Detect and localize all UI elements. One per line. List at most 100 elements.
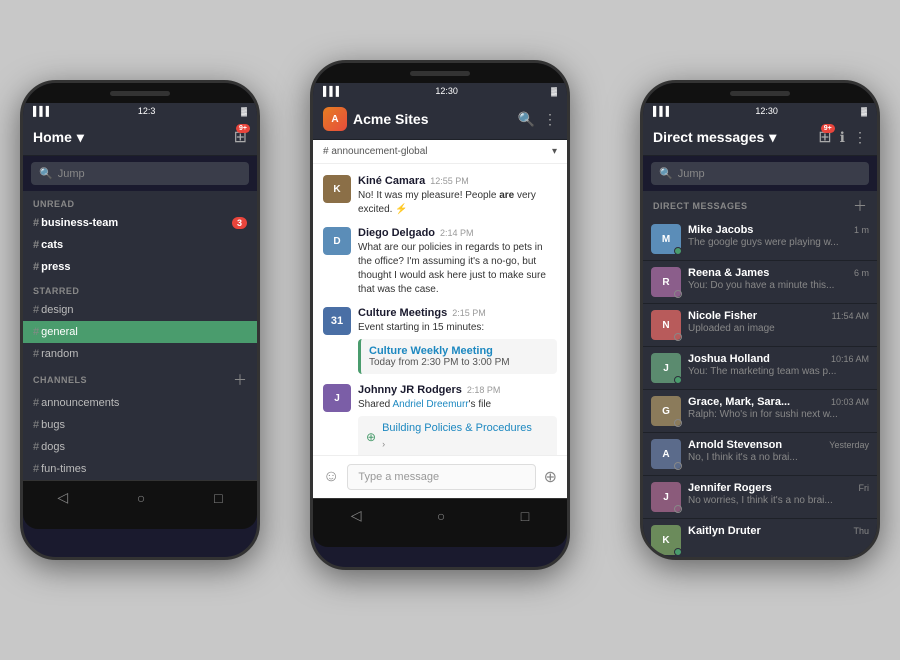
time-center: 12:30 [435, 86, 458, 96]
msg-content-diego: Diego Delgado 2:14 PM What are our polic… [358, 227, 557, 297]
dm-time-jennifer: Fri [859, 483, 870, 493]
file-name[interactable]: Building Policies & Procedures [382, 422, 532, 434]
add-icon-center[interactable]: ⊕ [544, 467, 557, 487]
phone-left: ▌▌▌ 12:3 ▓ Home ▾ ⊞ 9+ 🔍 Jump UNREAD #bu… [20, 80, 260, 560]
dm-preview-joshua: You: The marketing team was p... [688, 366, 869, 377]
dm-item-grace[interactable]: G Grace, Mark, Sara... 10:03 AM Ralph: W… [643, 390, 877, 433]
dm-name-mike: Mike Jacobs [688, 224, 753, 236]
recents-button-left[interactable]: □ [214, 490, 222, 506]
acme-title-group: A Acme Sites [323, 107, 428, 131]
dm-content-arnold: Arnold Stevenson Yesterday No, I think i… [688, 439, 869, 469]
dm-header-reena: Reena & James 6 m [688, 267, 869, 279]
add-channel-button[interactable]: ＋ [233, 370, 247, 390]
dm-section-header: DIRECT MESSAGES [653, 196, 748, 216]
dm-name-nicole: Nicole Fisher [688, 310, 757, 322]
compose-icon-wrapper-right[interactable]: ⊞ 9+ [818, 127, 831, 147]
back-button-center[interactable]: ◁ [351, 507, 362, 524]
msg-content-culture: Culture Meetings 2:15 PM Event starting … [358, 307, 557, 374]
home-label: Home [33, 129, 72, 145]
dm-time-kaitlyn: Thu [853, 526, 869, 536]
back-button-left[interactable]: ◁ [57, 489, 68, 506]
sidebar-item-general[interactable]: #general [23, 321, 257, 343]
dm-item-arnold[interactable]: A Arnold Stevenson Yesterday No, I think… [643, 433, 877, 476]
phone-top-center [313, 63, 567, 83]
phone-right: ▌▌▌ 12:30 ▓ Direct messages ▾ ⊞ 9+ ℹ ⋮ 🔍… [640, 80, 880, 560]
event-title[interactable]: Culture Weekly Meeting [369, 345, 549, 357]
channels-section-row: CHANNELS ＋ [23, 365, 257, 392]
msg-time-culture: 2:15 PM [452, 308, 486, 318]
sidebar-item-random[interactable]: #random [23, 343, 257, 365]
dm-section-row: DIRECT MESSAGES ＋ [643, 191, 877, 218]
dm-avatar-grace: G [651, 396, 681, 426]
message-johnny: J Johnny JR Rodgers 2:18 PM Shared Andri… [313, 379, 567, 455]
dm-title[interactable]: Direct messages ▾ [653, 129, 776, 146]
dm-item-joshua[interactable]: J Joshua Holland 10:16 AM You: The marke… [643, 347, 877, 390]
more-icon-right[interactable]: ⋮ [853, 129, 867, 146]
more-icon-center[interactable]: ⋮ [543, 111, 557, 128]
dm-content-nicole: Nicole Fisher 11:54 AM Uploaded an image [688, 310, 869, 340]
info-icon-right[interactable]: ℹ [840, 129, 845, 146]
sidebar-item-fun-times[interactable]: #fun-times [23, 458, 257, 480]
battery-right: ▓ [861, 107, 867, 116]
status-bar-left: ▌▌▌ 12:3 ▓ [23, 103, 257, 119]
msg-time-kine: 12:55 PM [430, 176, 469, 186]
offline-dot-arnold [674, 462, 682, 470]
msg-content-kine: Kiné Camara 12:55 PM No! It was my pleas… [358, 175, 557, 217]
msg-text-kine: No! It was my pleasure! People are very … [358, 189, 557, 217]
avatar-johnny: J [323, 384, 351, 412]
status-icons-center: ▓ [551, 87, 557, 96]
home-button-center[interactable]: ○ [437, 508, 445, 524]
message-input[interactable]: Type a message [347, 464, 535, 490]
home-title[interactable]: Home ▾ [33, 129, 84, 146]
unread-section-header: UNREAD [23, 191, 257, 212]
dm-item-reena[interactable]: R Reena & James 6 m You: Do you have a m… [643, 261, 877, 304]
dm-item-jennifer[interactable]: J Jennifer Rogers Fri No worries, I thin… [643, 476, 877, 519]
dm-avatar-reena: R [651, 267, 681, 297]
home-button-left[interactable]: ○ [137, 490, 145, 506]
notification-badge-left: 9+ [236, 124, 250, 133]
sidebar-item-business-team[interactable]: #business-team 3 [23, 212, 257, 234]
chat-messages: K Kiné Camara 12:55 PM No! It was my ple… [313, 164, 567, 455]
search-bar-right[interactable]: 🔍 Jump [651, 162, 869, 185]
shared-by-link[interactable]: Andriel Dreemurr [392, 399, 468, 410]
msg-author-johnny: Johnny JR Rodgers [358, 384, 462, 396]
compose-icon-wrapper[interactable]: ⊞ 9+ [234, 127, 247, 147]
status-icons-left: ▓ [241, 107, 247, 116]
dm-item-kaitlyn[interactable]: K Kaitlyn Druter Thu [643, 519, 877, 560]
dm-item-nicole[interactable]: N Nicole Fisher 11:54 AM Uploaded an ima… [643, 304, 877, 347]
emoji-icon[interactable]: ☺ [323, 468, 339, 486]
dm-name-arnold: Arnold Stevenson [688, 439, 782, 451]
channel-bar[interactable]: # announcement-global ▾ [313, 140, 567, 164]
avatar-kine: K [323, 175, 351, 203]
dm-time-grace: 10:03 AM [831, 397, 869, 407]
chat-container: K Kiné Camara 12:55 PM No! It was my ple… [313, 164, 567, 498]
channel-expand-icon: ▾ [552, 146, 557, 157]
file-arrow: › [382, 439, 385, 449]
add-dm-button[interactable]: ＋ [853, 196, 867, 216]
dm-preview-reena: You: Do you have a minute this... [688, 280, 869, 291]
dm-content-reena: Reena & James 6 m You: Do you have a min… [688, 267, 869, 297]
sidebar-item-bugs[interactable]: #bugs [23, 414, 257, 436]
search-bar-left[interactable]: 🔍 Jump [31, 162, 249, 185]
channel-name: # announcement-global [323, 146, 428, 157]
sidebar-item-announcements[interactable]: #announcements [23, 392, 257, 414]
channels-section-header: CHANNELS [33, 375, 87, 385]
online-dot-mike [674, 247, 682, 255]
avatar-culture: 31 [323, 307, 351, 335]
dm-name-grace: Grace, Mark, Sara... [688, 396, 790, 408]
signal-right: ▌▌▌ [653, 106, 672, 116]
file-card[interactable]: ⊕ Building Policies & Procedures › [358, 416, 557, 455]
app-header-left: Home ▾ ⊞ 9+ [23, 119, 257, 156]
search-icon-center[interactable]: 🔍 [518, 111, 535, 128]
recents-button-center[interactable]: □ [521, 508, 529, 524]
dm-item-mike[interactable]: M Mike Jacobs 1 m The google guys were p… [643, 218, 877, 261]
acme-sites-label: Acme Sites [353, 111, 428, 127]
sidebar-item-dogs[interactable]: #dogs [23, 436, 257, 458]
sidebar-item-press[interactable]: #press [23, 256, 257, 278]
dm-avatar-nicole: N [651, 310, 681, 340]
event-card[interactable]: Culture Weekly Meeting Today from 2:30 P… [358, 339, 557, 374]
phone-center: ▌▌▌ 12:30 ▓ A Acme Sites 🔍 ⋮ # announcem… [310, 60, 570, 570]
offline-dot-grace [674, 419, 682, 427]
sidebar-item-design[interactable]: #design [23, 299, 257, 321]
sidebar-item-cats[interactable]: #cats [23, 234, 257, 256]
